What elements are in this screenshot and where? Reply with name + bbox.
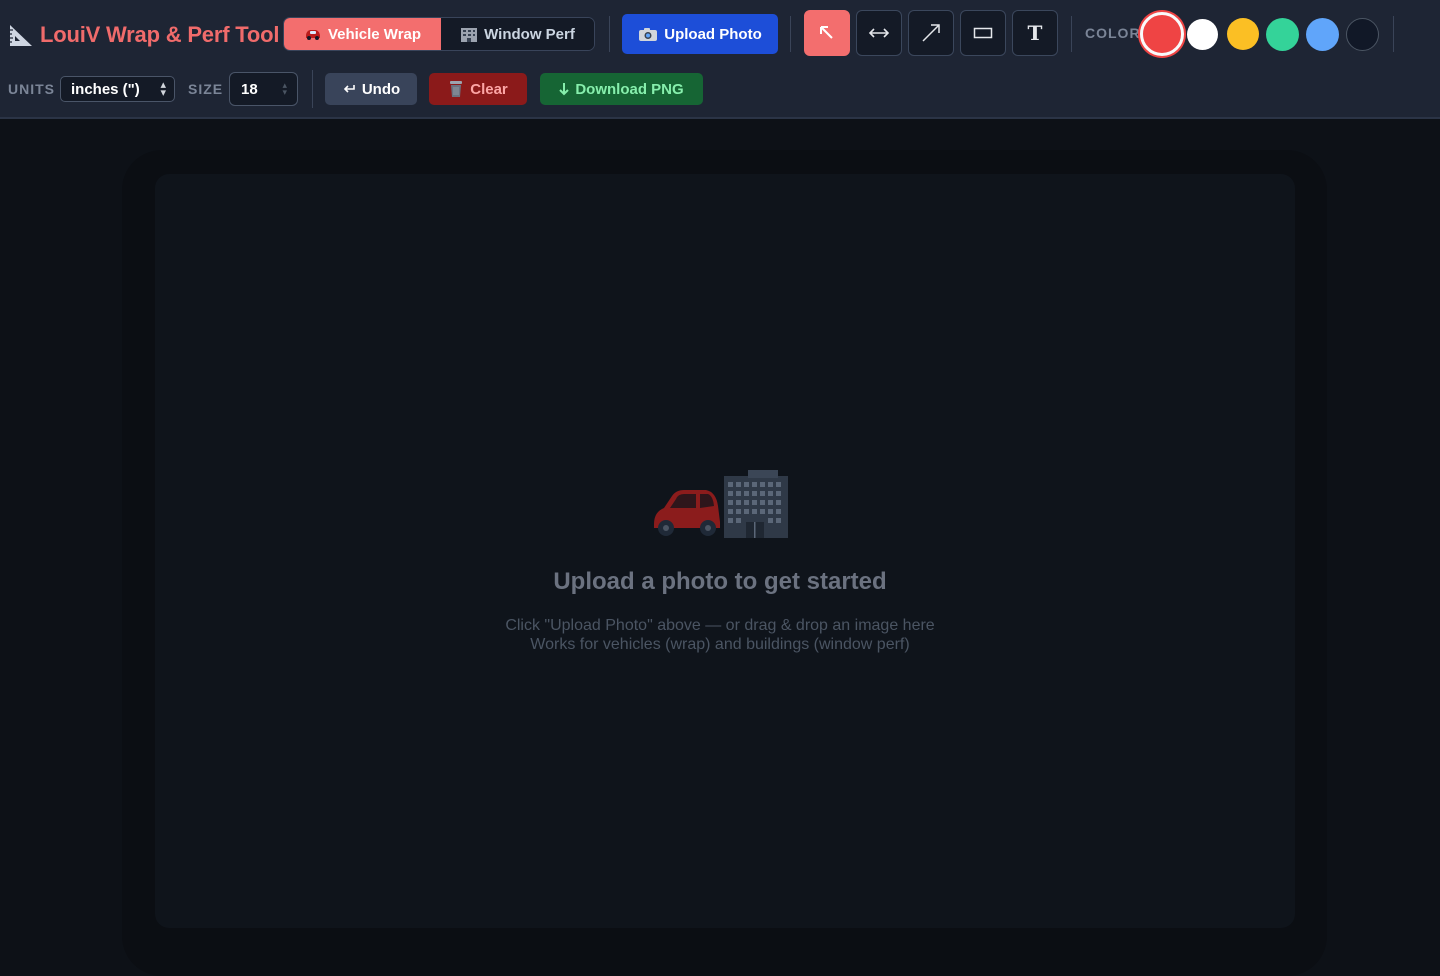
rectangle-icon xyxy=(973,27,993,39)
empty-state-hint: Click "Upload Photo" above — or drag & d… xyxy=(505,617,935,634)
measure-tool-button[interactable] xyxy=(856,10,902,56)
clear-button[interactable]: Clear xyxy=(429,73,527,105)
divider xyxy=(1071,16,1072,52)
undo-button[interactable]: Undo xyxy=(325,73,417,105)
mode-toggle: Vehicle Wrap Window Perf xyxy=(283,17,595,51)
empty-state-subhint: Works for vehicles (wrap) and buildings … xyxy=(530,636,910,653)
download-png-button[interactable]: Download PNG xyxy=(540,73,703,105)
size-input[interactable]: 18 ▴ ▾ xyxy=(229,72,298,106)
color-swatch-blue[interactable] xyxy=(1306,18,1339,51)
trash-icon xyxy=(450,81,463,97)
color-swatch-white[interactable] xyxy=(1187,19,1218,50)
size-value: 18 xyxy=(241,80,258,98)
units-label: UNITS xyxy=(8,81,55,97)
toolbar: LouiV Wrap & Perf Tool Vehicle Wrap Wind… xyxy=(0,0,1440,119)
units-value: inches (") xyxy=(71,80,140,98)
spinner-icon: ▴ ▾ xyxy=(282,80,287,97)
color-swatch-yellow[interactable] xyxy=(1227,18,1259,50)
toolbar-row-secondary: UNITS inches (") ▴ ▾ SIZE 18 ▴ ▾ Undo Clea… xyxy=(0,70,1440,108)
app-brand: LouiV Wrap & Perf Tool xyxy=(8,20,279,50)
empty-state-icons xyxy=(0,460,1440,538)
upload-photo-button[interactable]: Upload Photo xyxy=(622,14,778,54)
units-select[interactable]: inches (") ▴ ▾ xyxy=(60,76,175,102)
tab-vehicle-wrap[interactable]: Vehicle Wrap xyxy=(284,18,441,50)
divider xyxy=(312,70,313,108)
empty-state: Upload a photo to get started Click "Upl… xyxy=(0,460,1440,654)
empty-state-title: Upload a photo to get started xyxy=(553,568,887,595)
car-icon xyxy=(305,30,320,40)
download-arrow-icon xyxy=(559,83,570,96)
camera-icon xyxy=(639,27,658,41)
tab-vehicle-wrap-label: Vehicle Wrap xyxy=(327,25,422,43)
undo-label: Undo xyxy=(361,80,401,98)
toolbar-row-primary: LouiV Wrap & Perf Tool Vehicle Wrap Wind… xyxy=(0,10,1440,58)
divider xyxy=(790,16,791,52)
divider xyxy=(1393,16,1394,52)
select-tool-button[interactable] xyxy=(804,10,850,56)
size-label: SIZE xyxy=(188,81,224,97)
diagonal-arrow-icon xyxy=(922,24,940,42)
clear-label: Clear xyxy=(470,80,508,98)
chevron-updown-icon: ▴ ▾ xyxy=(160,79,166,99)
upload-photo-label: Upload Photo xyxy=(664,25,762,43)
arrow-tool-button[interactable] xyxy=(908,10,954,56)
car-icon xyxy=(654,490,720,536)
color-label: COLOR xyxy=(1085,25,1141,41)
color-swatch-red[interactable] xyxy=(1140,12,1184,56)
building-icon xyxy=(461,28,478,42)
building-icon xyxy=(724,470,788,538)
tab-window-perf-label: Window Perf xyxy=(484,25,575,43)
double-arrow-icon xyxy=(868,28,890,38)
triangle-ruler-icon xyxy=(10,25,32,46)
text-tool-button[interactable]: T xyxy=(1012,10,1058,56)
rectangle-tool-button[interactable] xyxy=(960,10,1006,56)
tab-window-perf[interactable]: Window Perf xyxy=(441,18,594,50)
color-swatch-green[interactable] xyxy=(1266,18,1299,51)
undo-icon xyxy=(343,85,355,93)
divider xyxy=(609,16,610,52)
app-title: LouiV Wrap & Perf Tool xyxy=(40,22,280,47)
download-png-label: Download PNG xyxy=(575,80,684,98)
color-swatch-black[interactable] xyxy=(1346,18,1379,51)
text-icon: T xyxy=(1027,21,1043,45)
pointer-arrow-icon xyxy=(820,26,833,39)
